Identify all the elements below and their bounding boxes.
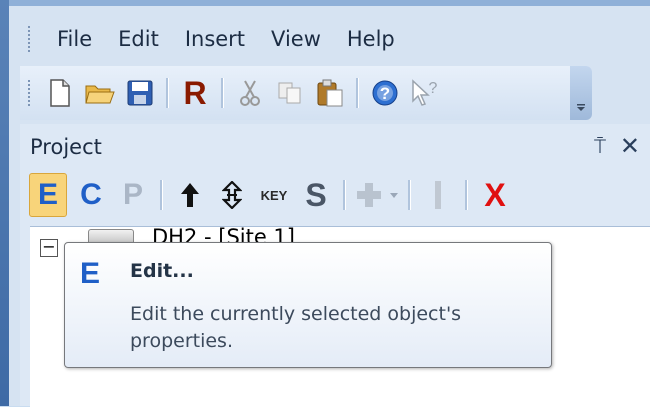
panel-header: Project ⍑ ✕ [20,124,650,170]
svg-text:?: ? [429,80,438,97]
new-document-icon [50,79,70,107]
panel-title: Project [30,135,102,159]
r-button[interactable]: R [177,73,213,113]
context-help-icon: ? [412,79,438,106]
move-up-button[interactable] [172,174,208,216]
copy-button[interactable] [272,73,308,113]
delete-button[interactable]: X [477,174,513,216]
toolbar-separator [465,180,468,210]
arrow-updown-icon [222,181,242,209]
c-button[interactable]: C [73,174,109,216]
svg-text:?: ? [380,84,390,103]
context-help-button[interactable]: ? [407,73,443,113]
plus-icon [357,183,381,207]
delete-icon: X [484,176,506,213]
application-window: File Edit Insert View Help R ? ? Project… [0,0,650,407]
help-button[interactable]: ? [367,73,403,113]
menubar-grip[interactable] [28,26,34,52]
menu-edit[interactable]: Edit [105,19,172,59]
menu-help[interactable]: Help [334,19,408,59]
window-top-border [0,0,650,6]
key-button[interactable]: KEY [256,174,292,216]
toolbar-separator [356,78,359,108]
cut-button[interactable] [232,73,268,113]
help-icon: ? [372,80,398,106]
copy-icon [278,82,301,104]
tree-expander[interactable]: − [40,239,58,257]
window-left-border [0,0,9,406]
pin-icon[interactable]: ⍑ [594,134,606,158]
new-document-button[interactable] [42,73,78,113]
tooltip-title: Edit... [130,260,194,282]
key-icon: KEY [260,187,288,203]
toolbar-separator [160,180,163,210]
paste-icon [317,79,343,107]
save-icon [127,80,153,106]
c-icon: C [80,178,102,211]
menu-file[interactable]: File [44,19,105,59]
menu-bar: File Edit Insert View Help [44,14,408,64]
move-updown-button[interactable] [214,174,250,216]
p-icon: P [122,178,143,211]
s-icon: S [305,176,327,213]
r-icon: R [183,74,207,111]
chevron-down-icon [577,104,585,111]
menu-view[interactable]: View [258,19,334,59]
close-icon[interactable]: ✕ [620,132,640,160]
toolbar-separator [221,78,224,108]
edit-icon: E [80,257,101,290]
chevron-down-icon [390,193,398,198]
save-button[interactable] [122,73,158,113]
main-toolbar: R ? ? [20,66,592,120]
project-toolbar: E C P KEY S X [20,170,650,220]
toolbar-separator [343,180,346,210]
edit-button[interactable]: E [29,173,67,217]
vertical-bar-icon [435,181,441,209]
tooltip-description: Edit the currently selected object's pro… [130,303,462,352]
open-button[interactable] [82,73,118,113]
menu-insert[interactable]: Insert [172,19,258,59]
s-button[interactable]: S [298,174,334,216]
cut-icon [240,80,260,106]
tooltip: E Edit... Edit the currently selected ob… [64,242,552,368]
p-button[interactable]: P [115,174,151,216]
toolbar-grip[interactable] [28,80,34,106]
open-folder-icon [85,85,115,104]
edit-icon: E [37,178,58,211]
toolbar-separator [166,78,169,108]
toolbar-overflow-button[interactable] [570,66,592,120]
toolbar-separator [408,180,411,210]
add-button[interactable] [355,174,399,216]
paste-button[interactable] [312,73,348,113]
bar-button[interactable] [420,174,456,216]
arrow-up-icon [181,183,199,207]
